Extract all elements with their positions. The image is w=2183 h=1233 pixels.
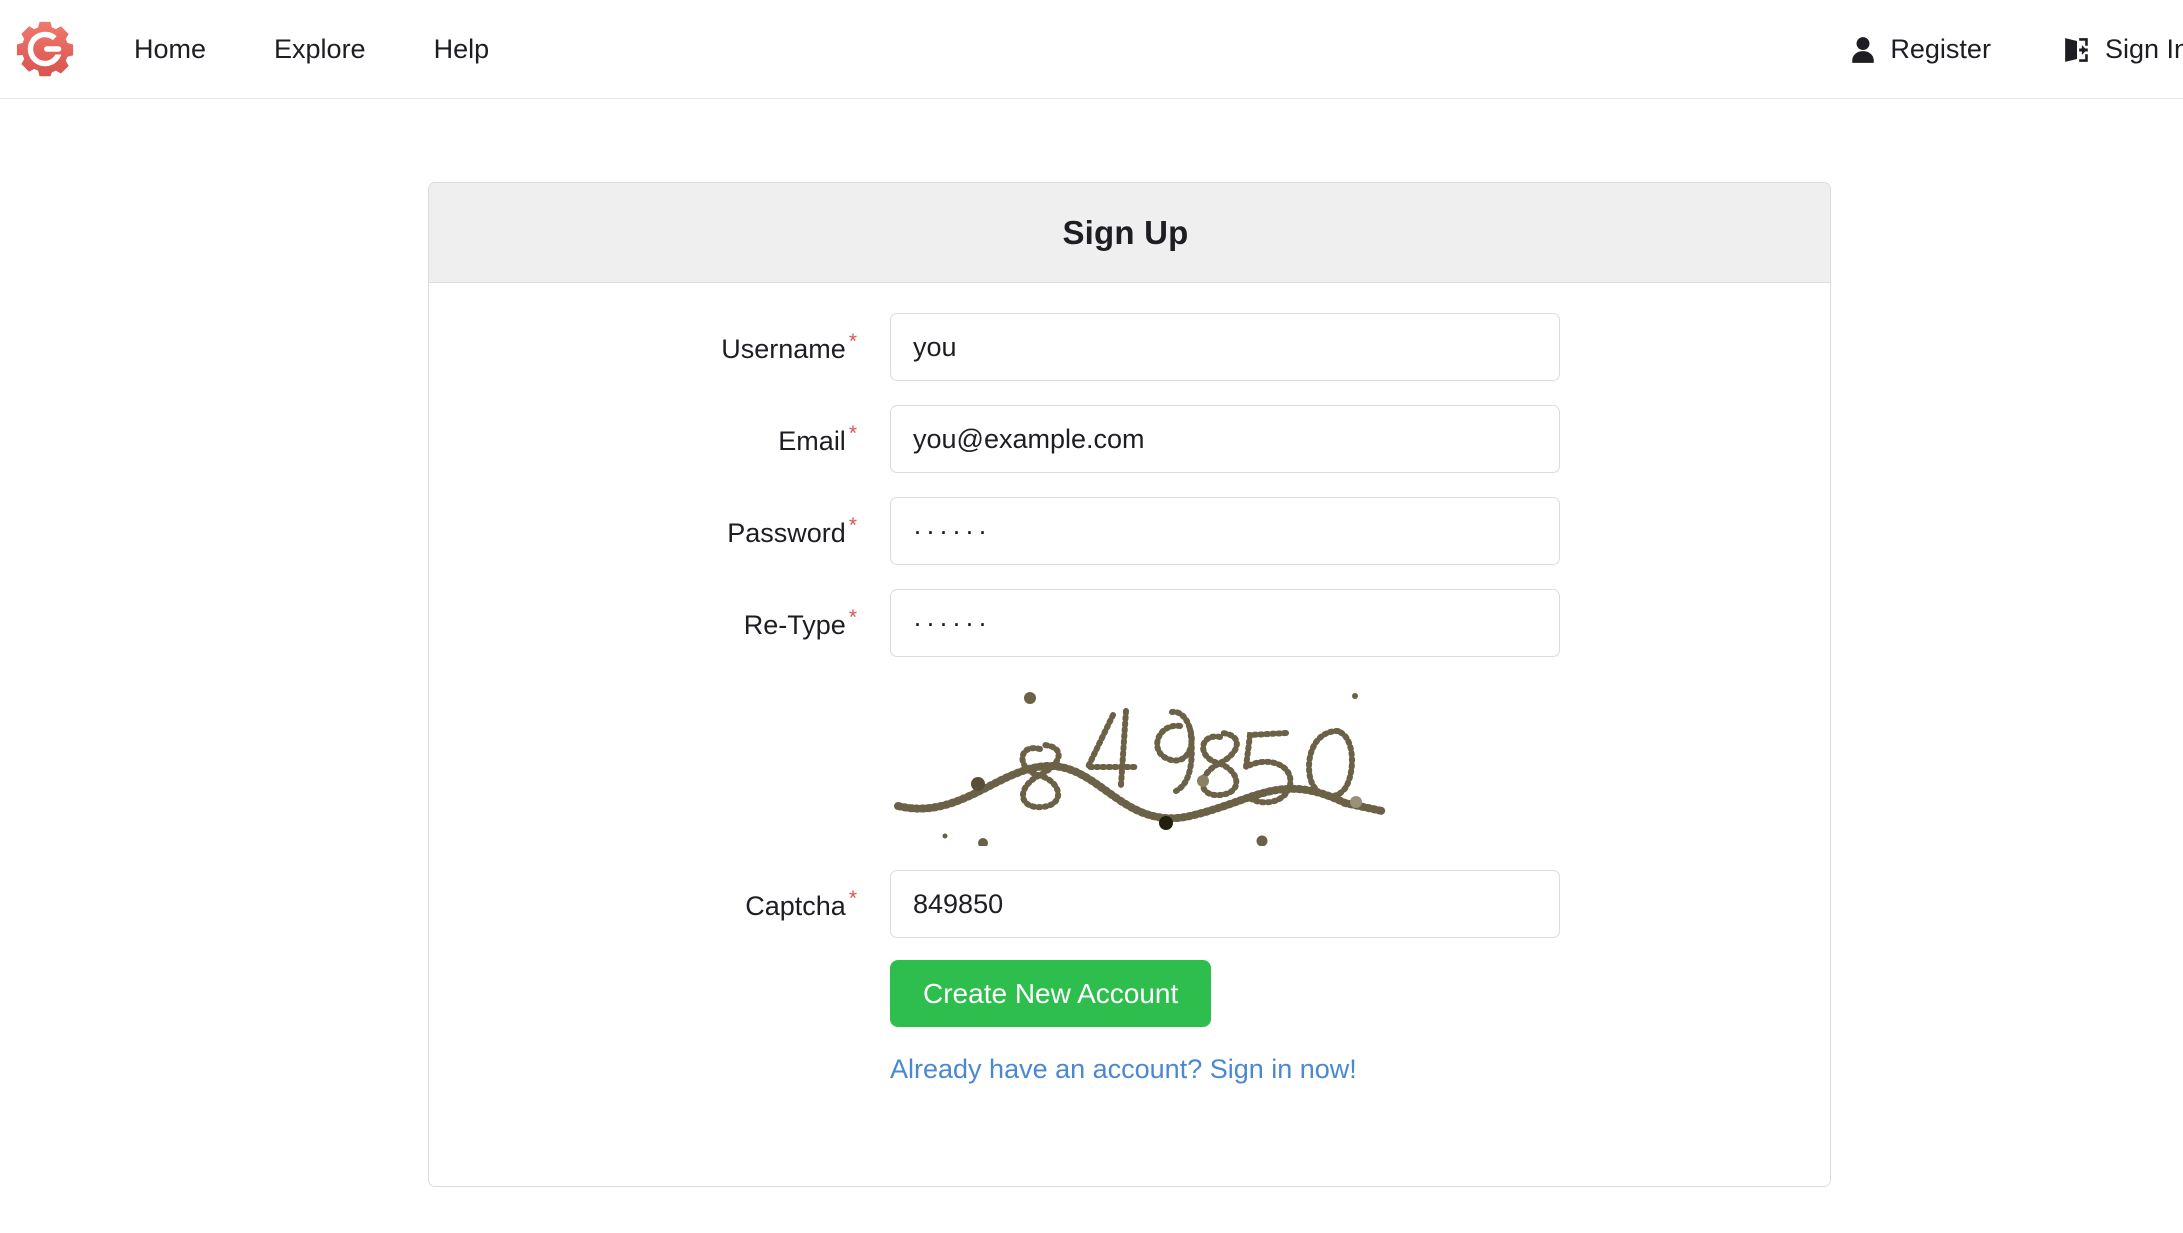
top-navbar: Home Explore Help Register Sign In — [0, 0, 2183, 99]
nav-link-sign-in-label: Sign In — [2104, 34, 2183, 64]
form-row-submit: Create New Account — [429, 960, 1830, 1027]
gear-logo-icon — [16, 20, 74, 78]
signin-link-wrap: Already have an account? Sign in now! — [857, 1054, 1357, 1085]
brand-logo[interactable] — [14, 18, 76, 80]
retype-input[interactable] — [890, 589, 1560, 657]
required-marker: * — [848, 606, 857, 629]
email-input-wrap — [857, 405, 1560, 473]
sign-in-icon — [2063, 36, 2091, 64]
required-marker: * — [848, 887, 857, 910]
captcha-image-row — [429, 671, 1830, 846]
form-row-signin-link: Already have an account? Sign in now! — [429, 1054, 1830, 1085]
captcha-input[interactable] — [890, 870, 1560, 938]
form-row-retype: Re-Type * — [429, 589, 1830, 657]
sign-in-link[interactable]: Already have an account? Sign in now! — [890, 1054, 1357, 1084]
email-label-text: Email — [778, 426, 846, 456]
nav-link-register[interactable]: Register — [1814, 0, 2027, 99]
form-row-email: Email * — [429, 405, 1830, 473]
retype-label: Re-Type * — [429, 589, 857, 641]
required-marker: * — [848, 514, 857, 537]
primary-nav: Home Explore Help — [100, 0, 523, 98]
retype-label-text: Re-Type — [743, 610, 846, 640]
captcha-input-wrap — [857, 870, 1560, 938]
nav-link-register-label: Register — [1890, 34, 1991, 64]
password-input-wrap — [857, 497, 1560, 565]
email-label: Email * — [429, 405, 857, 457]
signup-card-header: Sign Up — [429, 183, 1830, 283]
password-label: Password * — [429, 497, 857, 549]
form-row-password: Password * — [429, 497, 1830, 565]
username-label: Username * — [429, 313, 857, 365]
username-input-wrap — [857, 313, 1560, 381]
nav-link-sign-in[interactable]: Sign In — [2027, 0, 2183, 99]
captcha-image[interactable] — [890, 671, 1390, 846]
retype-input-wrap — [857, 589, 1560, 657]
nav-link-help[interactable]: Help — [400, 0, 524, 99]
username-input[interactable] — [890, 313, 1560, 381]
form-row-captcha: Captcha * — [429, 870, 1830, 938]
captcha-label: Captcha * — [429, 870, 857, 922]
required-marker: * — [848, 422, 857, 445]
secondary-nav: Register Sign In — [1814, 0, 2183, 99]
page-title: Sign Up — [1062, 213, 1189, 251]
password-label-text: Password — [727, 518, 846, 548]
submit-wrap: Create New Account — [857, 960, 1212, 1027]
nav-link-home[interactable]: Home — [100, 0, 240, 99]
captcha-image-wrap[interactable] — [857, 671, 1390, 846]
password-input[interactable] — [890, 497, 1560, 565]
signup-form: Username* Email* Password* — [429, 313, 1830, 1085]
form-row-username: Username * — [429, 313, 1830, 381]
user-icon — [1850, 36, 1876, 64]
required-marker: * — [848, 330, 857, 353]
username-label-text: Username — [721, 334, 846, 364]
signup-card: Sign Up Username* Email* Password* — [428, 182, 1831, 1187]
email-input[interactable] — [890, 405, 1560, 473]
nav-link-explore[interactable]: Explore — [240, 0, 400, 99]
captcha-label-text: Captcha — [745, 891, 846, 921]
create-account-button[interactable]: Create New Account — [890, 960, 1212, 1027]
